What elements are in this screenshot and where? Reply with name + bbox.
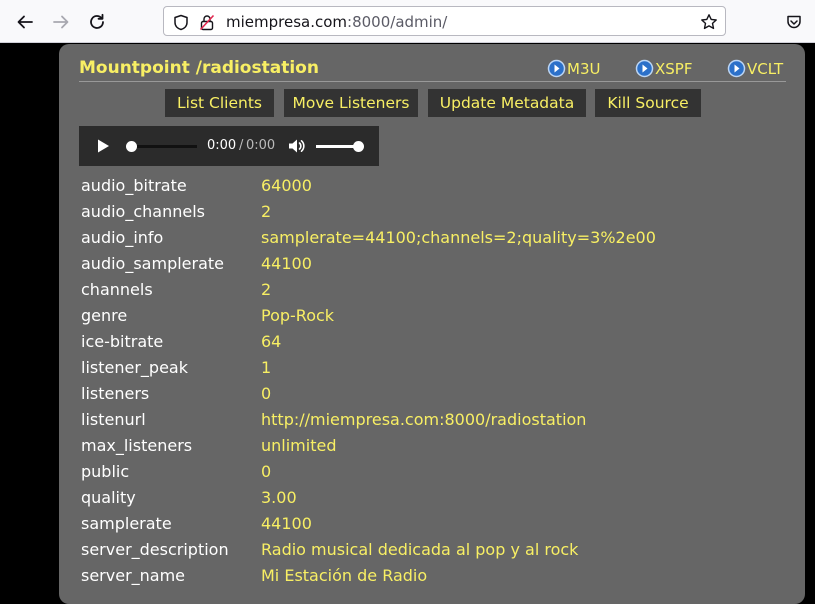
vclt-link[interactable]: VCLT — [727, 59, 783, 78]
url-host: miempresa.com — [226, 13, 348, 31]
current-time: 0:00 — [207, 138, 237, 153]
back-button[interactable] — [11, 8, 39, 36]
stat-key: samplerate — [81, 514, 172, 533]
stat-value: unlimited — [261, 436, 337, 455]
stat-key: ice-bitrate — [81, 332, 164, 351]
update-metadata-button[interactable]: Update Metadata — [428, 89, 586, 117]
stat-key: listener_peak — [81, 358, 188, 377]
stat-key: listeners — [81, 384, 150, 403]
audio-player: 0:00 / 0:00 — [79, 126, 379, 166]
stat-key: genre — [81, 306, 128, 325]
url-path: :8000/admin/ — [347, 13, 448, 31]
stat-key: listenurl — [81, 410, 146, 429]
time-separator: / — [239, 138, 244, 153]
stat-value: 1 — [261, 358, 272, 377]
stat-key: public — [81, 462, 130, 481]
play-icon[interactable] — [95, 138, 111, 154]
stat-value: samplerate=44100;channels=2;quality=3%2e… — [261, 228, 656, 247]
insecure-lock-icon[interactable] — [198, 13, 216, 31]
mountpoint-panel: Mountpoint /radiostation M3U XSPF VCLT L… — [59, 44, 805, 604]
reload-button[interactable] — [83, 8, 111, 36]
stat-value: 44100 — [261, 514, 312, 533]
kill-source-button[interactable]: Kill Source — [595, 89, 701, 117]
stat-key: max_listeners — [81, 436, 193, 455]
list-clients-button[interactable]: List Clients — [165, 89, 274, 117]
url-text[interactable]: miempresa.com:8000/admin/ — [226, 13, 447, 31]
volume-thumb[interactable] — [353, 141, 364, 152]
seek-thumb[interactable] — [126, 141, 137, 152]
stat-value: Radio musical dedicada al pop y al rock — [261, 540, 579, 559]
stat-key: audio_info — [81, 228, 164, 247]
stat-key: quality — [81, 488, 136, 507]
stat-value: 64000 — [261, 176, 312, 195]
stat-key: audio_channels — [81, 202, 205, 221]
forward-arrow-icon — [53, 15, 69, 29]
xspf-link[interactable]: XSPF — [635, 59, 692, 78]
stat-value: Mi Estación de Radio — [261, 566, 428, 585]
volume-icon[interactable] — [288, 138, 306, 154]
volume-slider[interactable] — [316, 141, 364, 152]
xspf-link-label: XSPF — [655, 59, 693, 78]
shield-icon[interactable] — [172, 13, 190, 31]
vclt-link-label: VCLT — [747, 59, 784, 78]
tunein-icon — [635, 59, 654, 78]
pocket-button[interactable] — [780, 8, 808, 36]
forward-button[interactable] — [47, 8, 75, 36]
m3u-link[interactable]: M3U — [547, 59, 600, 78]
stat-value: 0 — [261, 462, 272, 481]
move-listeners-button[interactable]: Move Listeners — [284, 89, 418, 117]
url-bar[interactable]: miempresa.com:8000/admin/ — [163, 6, 726, 36]
stat-key: server_name — [81, 566, 186, 585]
stat-key: channels — [81, 280, 153, 299]
tunein-icon — [547, 59, 566, 78]
mountpoint-title: Mountpoint /radiostation — [79, 58, 319, 78]
browser-toolbar: miempresa.com:8000/admin/ — [0, 0, 815, 43]
stat-value: 2 — [261, 280, 272, 299]
stat-value: http://miempresa.com:8000/radiostation — [261, 410, 587, 429]
stat-value: 0 — [261, 384, 272, 403]
seek-slider[interactable] — [126, 141, 197, 152]
title-divider — [79, 81, 786, 82]
stat-key: audio_bitrate — [81, 176, 187, 195]
stat-value: 44100 — [261, 254, 312, 273]
m3u-link-label: M3U — [567, 59, 601, 78]
stat-value: Pop-Rock — [261, 306, 335, 325]
pocket-icon — [787, 15, 801, 29]
stat-key: server_description — [81, 540, 229, 559]
stat-value: 2 — [261, 202, 272, 221]
stat-value: 64 — [261, 332, 282, 351]
reload-icon — [90, 13, 104, 29]
stat-value: 3.00 — [261, 488, 297, 507]
tunein-icon — [727, 59, 746, 78]
back-arrow-icon — [17, 15, 33, 29]
stat-key: audio_samplerate — [81, 254, 225, 273]
duration: 0:00 — [246, 138, 276, 153]
bookmark-star-icon[interactable] — [700, 13, 718, 31]
